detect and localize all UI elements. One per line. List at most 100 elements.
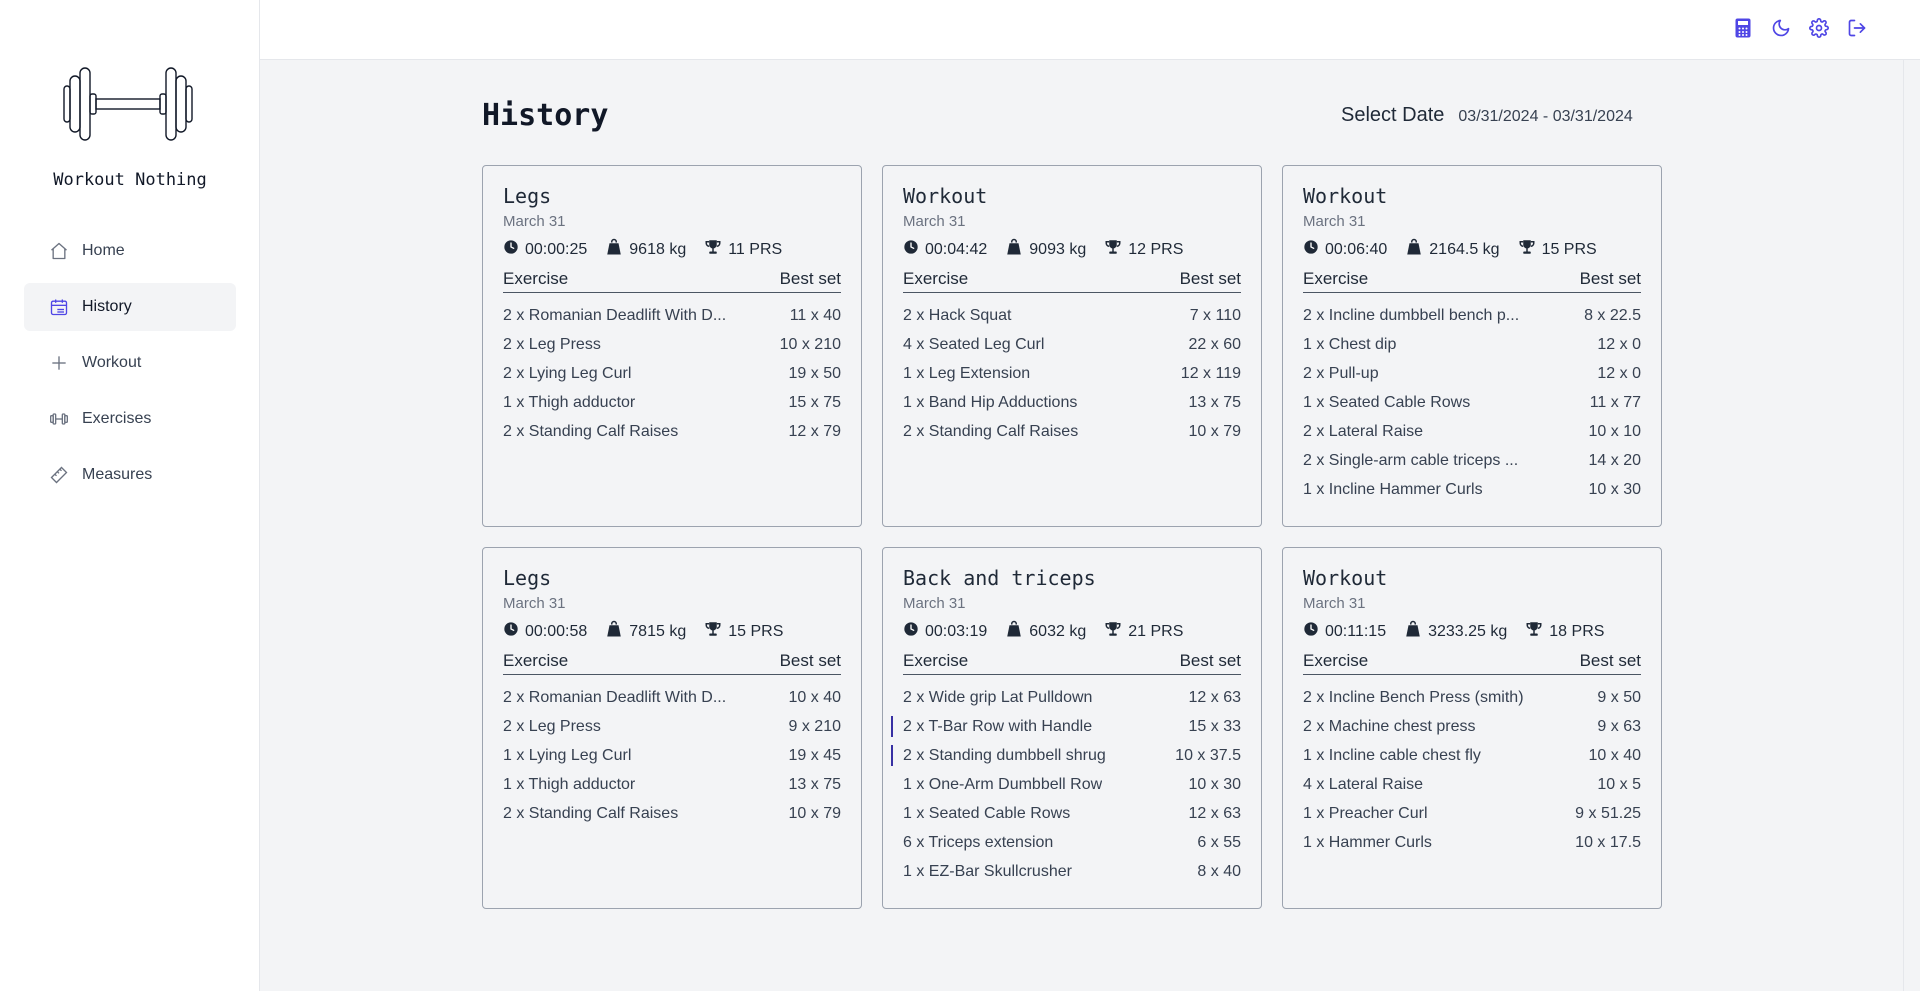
exercise-list: 2 x Incline Bench Press (smith) 9 x 50 2… [1303, 683, 1641, 857]
exercise-name: 2 x Wide grip Lat Pulldown [903, 688, 1093, 706]
volume-value: 9093 kg [1029, 240, 1087, 258]
exercise-column-header: Exercise [503, 651, 569, 670]
prs-value: 15 PRS [1541, 240, 1597, 258]
best-set-value: 19 x 45 [788, 746, 841, 764]
topbar [260, 0, 1920, 60]
weight-icon [1005, 238, 1029, 261]
dumbbell-logo [58, 64, 198, 144]
home-icon [48, 240, 70, 262]
best-set-value: 12 x 119 [1180, 364, 1241, 382]
exercise-row: 2 x Standing dumbbell shrug 10 x 37.5 [891, 741, 1241, 770]
exercise-table-header: Exercise Best set [1303, 651, 1641, 675]
exercise-name: 1 x Incline Hammer Curls [1303, 480, 1483, 498]
exercise-row: 1 x Hammer Curls 10 x 17.5 [1303, 828, 1641, 857]
workout-card[interactable]: Workout March 31 00:04:42 9093 kg 12 PRS … [882, 165, 1262, 527]
workout-title: Legs [503, 184, 552, 208]
volume-stat: 7815 kg [605, 620, 686, 643]
exercise-row: 2 x Standing Calf Raises 10 x 79 [903, 417, 1241, 446]
exercise-table-header: Exercise Best set [903, 651, 1241, 675]
trophy-icon [704, 238, 728, 261]
workout-card[interactable]: Legs March 31 00:00:58 7815 kg 15 PRS Exe… [482, 547, 862, 909]
sidebar-item-label: Home [82, 242, 125, 259]
best-set-value: 14 x 20 [1588, 451, 1641, 469]
workout-stats: 00:11:15 3233.25 kg 18 PRS [1303, 620, 1641, 643]
sidebar-item-label: Exercises [82, 410, 152, 427]
best-set-value: 12 x 0 [1597, 364, 1641, 382]
best-set-value: 12 x 63 [1188, 688, 1241, 706]
prs-stat: 11 PRS [704, 238, 782, 261]
exercise-row: 2 x Hack Squat 7 x 110 [903, 301, 1241, 330]
duration-stat: 00:04:42 [903, 239, 987, 260]
logout-icon[interactable] [1846, 17, 1868, 39]
trophy-icon [1518, 238, 1542, 261]
volume-value: 3233.25 kg [1428, 622, 1508, 640]
prs-stat: 15 PRS [704, 620, 783, 643]
calculator-icon[interactable] [1732, 17, 1754, 39]
volume-stat: 9093 kg [1005, 238, 1086, 261]
workout-stats: 00:04:42 9093 kg 12 PRS [903, 238, 1241, 261]
dumbbell-icon [48, 408, 70, 430]
best-set-value: 7 x 110 [1189, 306, 1241, 324]
exercise-list: 2 x Incline dumbbell bench p... 8 x 22.5… [1303, 301, 1641, 504]
weight-icon [605, 238, 629, 261]
exercise-name: 2 x Incline dumbbell bench p... [1303, 306, 1520, 324]
gear-icon[interactable] [1808, 17, 1830, 39]
exercise-row: 1 x Thigh adductor 15 x 75 [503, 388, 841, 417]
sidebar-item-home[interactable]: Home [24, 227, 236, 275]
best-set-value: 12 x 0 [1597, 335, 1641, 353]
exercise-row: 1 x Lying Leg Curl 19 x 45 [503, 741, 841, 770]
exercise-row: 2 x Lying Leg Curl 19 x 50 [503, 359, 841, 388]
duration-value: 00:04:42 [925, 240, 988, 258]
duration-value: 00:00:58 [525, 622, 588, 640]
exercise-name: 1 x Lying Leg Curl [503, 746, 632, 764]
exercise-name: 4 x Lateral Raise [1303, 775, 1424, 793]
best-set-value: 10 x 79 [788, 804, 841, 822]
prs-stat: 15 PRS [1518, 238, 1597, 261]
exercise-name: 6 x Triceps extension [903, 833, 1054, 851]
best-set-value: 15 x 33 [1188, 717, 1241, 735]
exercise-row: 2 x Incline dumbbell bench p... 8 x 22.5 [1303, 301, 1641, 330]
workout-date: March 31 [903, 595, 966, 612]
duration-value: 00:03:19 [925, 622, 988, 640]
scrollbar[interactable] [1903, 60, 1920, 991]
exercise-name: 1 x Preacher Curl [1303, 804, 1428, 822]
date-range-picker[interactable]: Select Date 03/31/2024 - 03/31/2024 [1341, 104, 1633, 127]
sidebar-item-history[interactable]: History [24, 283, 236, 331]
workout-card[interactable]: Workout March 31 00:06:40 2164.5 kg 15 PR… [1282, 165, 1662, 527]
workout-title: Workout [1303, 184, 1388, 208]
trophy-icon [704, 620, 728, 643]
workout-card[interactable]: Legs March 31 00:00:25 9618 kg 11 PRS Exe… [482, 165, 862, 527]
plus-icon [48, 352, 70, 374]
best-set-value: 12 x 79 [788, 422, 841, 440]
workout-stats: 00:03:19 6032 kg 21 PRS [903, 620, 1241, 643]
best-set-column-header: Best set [1179, 269, 1241, 288]
sidebar-item-measures[interactable]: Measures [24, 451, 236, 499]
clock-icon [903, 621, 925, 642]
exercise-name: 2 x Leg Press [503, 335, 601, 353]
sidebar-item-workout[interactable]: Workout [24, 339, 236, 387]
exercise-table-header: Exercise Best set [1303, 269, 1641, 293]
prs-value: 15 PRS [728, 622, 784, 640]
best-set-value: 22 x 60 [1188, 335, 1241, 353]
best-set-value: 19 x 50 [788, 364, 841, 382]
sidebar-item-exercises[interactable]: Exercises [24, 395, 236, 443]
best-set-value: 10 x 37.5 [1175, 746, 1241, 764]
exercise-row: 1 x EZ-Bar Skullcrusher 8 x 40 [903, 857, 1241, 886]
exercise-name: 1 x Hammer Curls [1303, 833, 1432, 851]
date-range-value[interactable]: 03/31/2024 - 03/31/2024 [1458, 108, 1632, 126]
best-set-value: 11 x 40 [789, 306, 841, 324]
best-set-value: 10 x 79 [1188, 422, 1241, 440]
exercise-row: 6 x Triceps extension 6 x 55 [903, 828, 1241, 857]
best-set-value: 9 x 210 [788, 717, 841, 735]
exercise-name: 2 x Hack Squat [903, 306, 1012, 324]
trophy-icon [1104, 238, 1128, 261]
moon-icon[interactable] [1770, 17, 1792, 39]
volume-stat: 9618 kg [605, 238, 686, 261]
exercise-name: 2 x Incline Bench Press (smith) [1303, 688, 1524, 706]
best-set-value: 10 x 10 [1588, 422, 1641, 440]
exercise-name: 2 x Romanian Deadlift With D... [503, 688, 727, 706]
exercise-row: 1 x Thigh adductor 13 x 75 [503, 770, 841, 799]
workout-card[interactable]: Workout March 31 00:11:15 3233.25 kg 18 P… [1282, 547, 1662, 909]
workout-card[interactable]: Back and triceps March 31 00:03:19 6032 k… [882, 547, 1262, 909]
clock-icon [503, 621, 525, 642]
